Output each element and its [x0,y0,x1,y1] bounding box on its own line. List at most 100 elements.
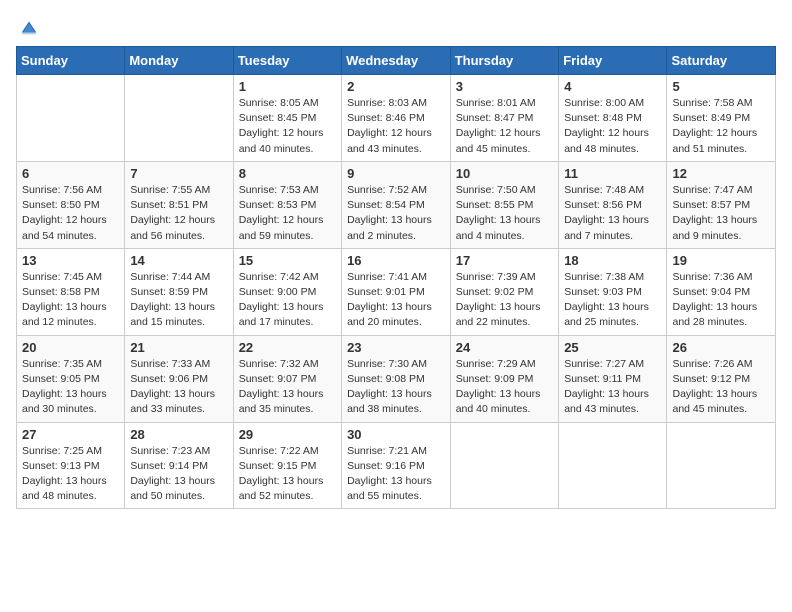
day-info: Sunrise: 7:52 AM Sunset: 8:54 PM Dayligh… [347,183,445,244]
day-number: 8 [239,166,336,181]
calendar-cell: 1 Sunrise: 8:05 AM Sunset: 8:45 PM Daylig… [233,75,341,162]
calendar-cell: 3Sunrise: 8:01 AM Sunset: 8:47 PM Daylig… [450,75,558,162]
day-number: 10 [456,166,553,181]
day-number: 22 [239,340,336,355]
calendar-cell: 11 Sunrise: 7:48 AM Sunset: 8:56 PM Dayli… [559,161,667,248]
day-number: 28 [130,427,227,442]
calendar-cell: 19Sunrise: 7:36 AM Sunset: 9:04 PM Dayli… [667,248,776,335]
week-row-4: 27 Sunrise: 7:25 AM Sunset: 9:13 PM Dayli… [17,422,776,509]
calendar-cell [559,422,667,509]
day-number: 18 [564,253,661,268]
day-info: Sunrise: 7:42 AM Sunset: 9:00 PM Dayligh… [239,270,336,331]
day-number: 12 [672,166,770,181]
day-info: Sunrise: 7:21 AM Sunset: 9:16 PM Dayligh… [347,444,445,505]
header-wednesday: Wednesday [342,47,451,75]
calendar-cell: 13 Sunrise: 7:45 AM Sunset: 8:58 PM Dayli… [17,248,125,335]
header-tuesday: Tuesday [233,47,341,75]
day-number: 20 [22,340,119,355]
header [16,16,776,38]
week-row-2: 13 Sunrise: 7:45 AM Sunset: 8:58 PM Dayli… [17,248,776,335]
day-number: 30 [347,427,445,442]
day-number: 17 [456,253,553,268]
day-info: Sunrise: 7:39 AM Sunset: 9:02 PM Dayligh… [456,270,553,331]
calendar-cell: 17 Sunrise: 7:39 AM Sunset: 9:02 PM Dayli… [450,248,558,335]
calendar-cell: 23 Sunrise: 7:30 AM Sunset: 9:08 PM Dayli… [342,335,451,422]
calendar-cell: 15 Sunrise: 7:42 AM Sunset: 9:00 PM Dayli… [233,248,341,335]
day-info: Sunrise: 7:27 AM Sunset: 9:11 PM Dayligh… [564,357,661,418]
day-number: 15 [239,253,336,268]
calendar-cell: 12 Sunrise: 7:47 AM Sunset: 8:57 PM Dayli… [667,161,776,248]
day-info: Sunrise: 7:25 AM Sunset: 9:13 PM Dayligh… [22,444,119,505]
calendar-cell [125,75,233,162]
day-info: Sunrise: 7:29 AM Sunset: 9:09 PM Dayligh… [456,357,553,418]
day-info: Sunrise: 7:22 AM Sunset: 9:15 PM Dayligh… [239,444,336,505]
day-number: 14 [130,253,227,268]
day-info: Sunrise: 7:53 AM Sunset: 8:53 PM Dayligh… [239,183,336,244]
day-info: Sunrise: 7:35 AM Sunset: 9:05 PM Dayligh… [22,357,119,418]
day-info: Sunrise: 8:03 AM Sunset: 8:46 PM Dayligh… [347,96,445,157]
calendar-cell: 28Sunrise: 7:23 AM Sunset: 9:14 PM Dayli… [125,422,233,509]
day-number: 1 [239,79,336,94]
logo [16,16,40,38]
calendar-cell: 2 Sunrise: 8:03 AM Sunset: 8:46 PM Daylig… [342,75,451,162]
calendar-cell: 26Sunrise: 7:26 AM Sunset: 9:12 PM Dayli… [667,335,776,422]
calendar-cell [17,75,125,162]
calendar: SundayMondayTuesdayWednesdayThursdayFrid… [16,46,776,509]
header-sunday: Sunday [17,47,125,75]
day-number: 29 [239,427,336,442]
calendar-cell: 8 Sunrise: 7:53 AM Sunset: 8:53 PM Daylig… [233,161,341,248]
calendar-cell: 5 Sunrise: 7:58 AM Sunset: 8:49 PM Daylig… [667,75,776,162]
calendar-header-row: SundayMondayTuesdayWednesdayThursdayFrid… [17,47,776,75]
logo-icon [18,16,40,38]
calendar-cell: 22 Sunrise: 7:32 AM Sunset: 9:07 PM Dayli… [233,335,341,422]
day-number: 23 [347,340,445,355]
calendar-cell [667,422,776,509]
calendar-cell [450,422,558,509]
header-saturday: Saturday [667,47,776,75]
calendar-cell: 20 Sunrise: 7:35 AM Sunset: 9:05 PM Dayli… [17,335,125,422]
day-info: Sunrise: 8:05 AM Sunset: 8:45 PM Dayligh… [239,96,336,157]
calendar-cell: 24 Sunrise: 7:29 AM Sunset: 9:09 PM Dayli… [450,335,558,422]
day-info: Sunrise: 7:56 AM Sunset: 8:50 PM Dayligh… [22,183,119,244]
header-monday: Monday [125,47,233,75]
day-info: Sunrise: 7:30 AM Sunset: 9:08 PM Dayligh… [347,357,445,418]
header-friday: Friday [559,47,667,75]
calendar-cell: 30 Sunrise: 7:21 AM Sunset: 9:16 PM Dayli… [342,422,451,509]
calendar-cell: 10 Sunrise: 7:50 AM Sunset: 8:55 PM Dayli… [450,161,558,248]
day-info: Sunrise: 7:58 AM Sunset: 8:49 PM Dayligh… [672,96,770,157]
day-info: Sunrise: 7:45 AM Sunset: 8:58 PM Dayligh… [22,270,119,331]
day-info: Sunrise: 7:48 AM Sunset: 8:56 PM Dayligh… [564,183,661,244]
calendar-cell: 27 Sunrise: 7:25 AM Sunset: 9:13 PM Dayli… [17,422,125,509]
day-number: 27 [22,427,119,442]
calendar-cell: 6 Sunrise: 7:56 AM Sunset: 8:50 PM Daylig… [17,161,125,248]
calendar-cell: 9 Sunrise: 7:52 AM Sunset: 8:54 PM Daylig… [342,161,451,248]
day-info: Sunrise: 7:36 AM Sunset: 9:04 PM Dayligh… [672,270,770,331]
day-number: 9 [347,166,445,181]
day-number: 16 [347,253,445,268]
day-number: 5 [672,79,770,94]
day-info: Sunrise: 7:47 AM Sunset: 8:57 PM Dayligh… [672,183,770,244]
calendar-cell: 21 Sunrise: 7:33 AM Sunset: 9:06 PM Dayli… [125,335,233,422]
day-info: Sunrise: 7:41 AM Sunset: 9:01 PM Dayligh… [347,270,445,331]
day-info: Sunrise: 7:44 AM Sunset: 8:59 PM Dayligh… [130,270,227,331]
day-number: 21 [130,340,227,355]
week-row-3: 20 Sunrise: 7:35 AM Sunset: 9:05 PM Dayli… [17,335,776,422]
day-info: Sunrise: 7:33 AM Sunset: 9:06 PM Dayligh… [130,357,227,418]
calendar-cell: 14 Sunrise: 7:44 AM Sunset: 8:59 PM Dayli… [125,248,233,335]
week-row-0: 1 Sunrise: 8:05 AM Sunset: 8:45 PM Daylig… [17,75,776,162]
calendar-cell: 29 Sunrise: 7:22 AM Sunset: 9:15 PM Dayli… [233,422,341,509]
day-info: Sunrise: 7:26 AM Sunset: 9:12 PM Dayligh… [672,357,770,418]
day-number: 6 [22,166,119,181]
day-number: 11 [564,166,661,181]
header-thursday: Thursday [450,47,558,75]
day-number: 13 [22,253,119,268]
day-info: Sunrise: 7:32 AM Sunset: 9:07 PM Dayligh… [239,357,336,418]
day-info: Sunrise: 7:55 AM Sunset: 8:51 PM Dayligh… [130,183,227,244]
day-number: 3 [456,79,553,94]
day-info: Sunrise: 7:38 AM Sunset: 9:03 PM Dayligh… [564,270,661,331]
day-number: 24 [456,340,553,355]
day-number: 25 [564,340,661,355]
day-number: 2 [347,79,445,94]
day-info: Sunrise: 7:50 AM Sunset: 8:55 PM Dayligh… [456,183,553,244]
week-row-1: 6 Sunrise: 7:56 AM Sunset: 8:50 PM Daylig… [17,161,776,248]
